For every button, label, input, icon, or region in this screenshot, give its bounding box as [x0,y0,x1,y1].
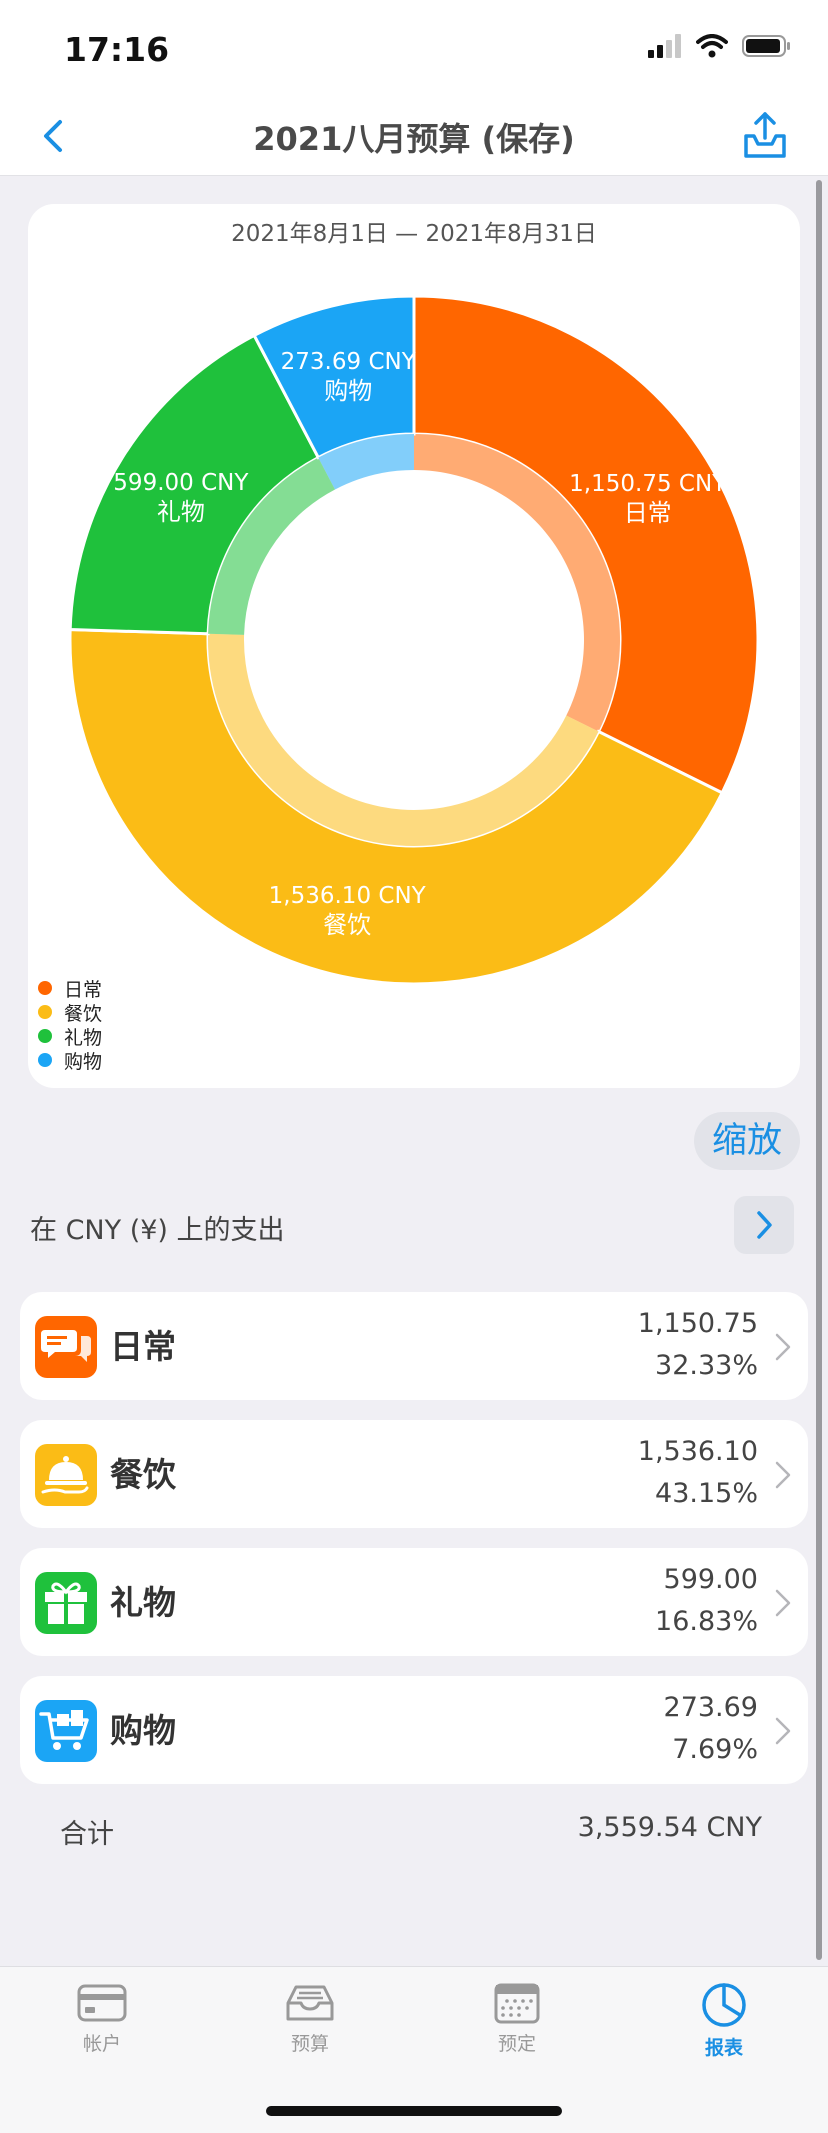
category-amount: 1,150.75 [637,1308,758,1339]
inbox-tray-icon [286,1985,334,2021]
category-name: 购物 [110,1711,176,1750]
status-icons [648,34,792,58]
food-cloche-icon [35,1444,97,1506]
tab-budget[interactable]: 预算 [250,1981,370,2056]
card-icon [77,1984,127,2022]
tab-reports[interactable]: 报表 [664,1981,784,2060]
cellular-signal-icon [648,34,681,58]
legend-label: 礼物 [64,1026,103,1049]
tab-label: 帐户 [82,2033,121,2055]
chart-date-range: 2021年8月1日 — 2021年8月31日 [231,221,597,247]
wifi-icon [696,34,728,58]
category-percent: 16.83% [655,1606,758,1637]
pie-chart-icon [702,1983,746,2027]
gift-icon [35,1572,97,1634]
category-amount: 273.69 [663,1692,758,1723]
legend-item: 购物 [38,1048,103,1073]
category-amount: 599.00 [663,1564,758,1595]
slice-value-label: 273.69 CNY [281,349,417,375]
category-name: 餐饮 [110,1455,176,1494]
slice-category-label: 餐饮 [323,911,371,939]
slice-category-label: 日常 [624,499,672,527]
legend-color-dot [38,1053,52,1067]
tab-label: 预算 [290,2033,329,2055]
navigation-bar: 2021八月预算 (保存) [0,100,828,176]
category-amount: 1,536.10 [637,1436,758,1467]
category-name: 日常 [110,1327,176,1366]
tab-label: 预定 [497,2033,536,2055]
share-export-icon[interactable] [742,110,788,160]
category-row-richang[interactable]: 日常 1,150.75 32.33% [20,1292,808,1400]
category-row-canyin[interactable]: 餐饮 1,536.10 43.15% [20,1420,808,1528]
status-bar: 17:16 [0,0,828,100]
legend-label: 日常 [64,978,103,1001]
category-row-gouwu[interactable]: 购物 273.69 7.69% [20,1676,808,1784]
legend-item: 日常 [38,976,103,1001]
chevron-right-icon [775,1333,791,1361]
legend-label: 餐饮 [64,1002,103,1025]
status-time: 17:16 [64,30,170,69]
page-title: 2021八月预算 (保存) [253,120,575,158]
category-percent: 7.69% [672,1734,758,1765]
chevron-right-icon [775,1717,791,1745]
zoom-button[interactable]: 缩放 [694,1112,800,1170]
total-value: 3,559.54 CNY [577,1812,762,1843]
chevron-right-icon [775,1589,791,1617]
legend-item: 餐饮 [38,1000,103,1025]
donut-chart: 1,150.75 CNY日常 1,536.10 CNY餐饮 599.00 CNY礼物… [68,294,760,986]
slice-category-label: 购物 [324,377,372,405]
chart-legend: 日常 餐饮 礼物 购物 [38,976,103,1073]
chevron-right-icon [775,1461,791,1489]
category-percent: 32.33% [655,1350,758,1381]
slice-value-label: 1,150.75 CNY [569,471,727,497]
scrollbar[interactable] [816,180,822,1960]
chevron-right-icon [757,1211,772,1239]
category-row-liwu[interactable]: 礼物 599.00 16.83% [20,1548,808,1656]
calendar-icon [494,1983,540,2024]
slice-value-label: 1,536.10 CNY [269,883,427,909]
tab-scheduled[interactable]: 预定 [457,1981,577,2056]
chat-bubbles-icon [35,1316,97,1378]
legend-color-dot [38,1029,52,1043]
category-percent: 43.15% [655,1478,758,1509]
tab-accounts[interactable]: 帐户 [42,1981,162,2056]
battery-icon [742,35,790,57]
category-name: 礼物 [110,1583,176,1622]
slice-category-label: 礼物 [157,498,205,526]
home-indicator [266,2106,562,2116]
legend-color-dot [38,981,52,995]
slice-value-label: 599.00 CNY [113,470,249,496]
spending-section-title: 在 CNY (¥) 上的支出 [30,1215,285,1246]
legend-label: 购物 [64,1050,103,1073]
shopping-cart-icon [35,1700,97,1762]
total-label: 合计 [60,1819,114,1850]
legend-item: 礼物 [38,1024,103,1049]
chart-card: 1,150.75 CNY 日常 1,536.10 CNY 餐饮 599.00 CNY 礼物… [28,204,800,1088]
spending-next-button[interactable] [734,1196,794,1254]
legend-color-dot [38,1005,52,1019]
tab-label: 报表 [704,2037,743,2059]
